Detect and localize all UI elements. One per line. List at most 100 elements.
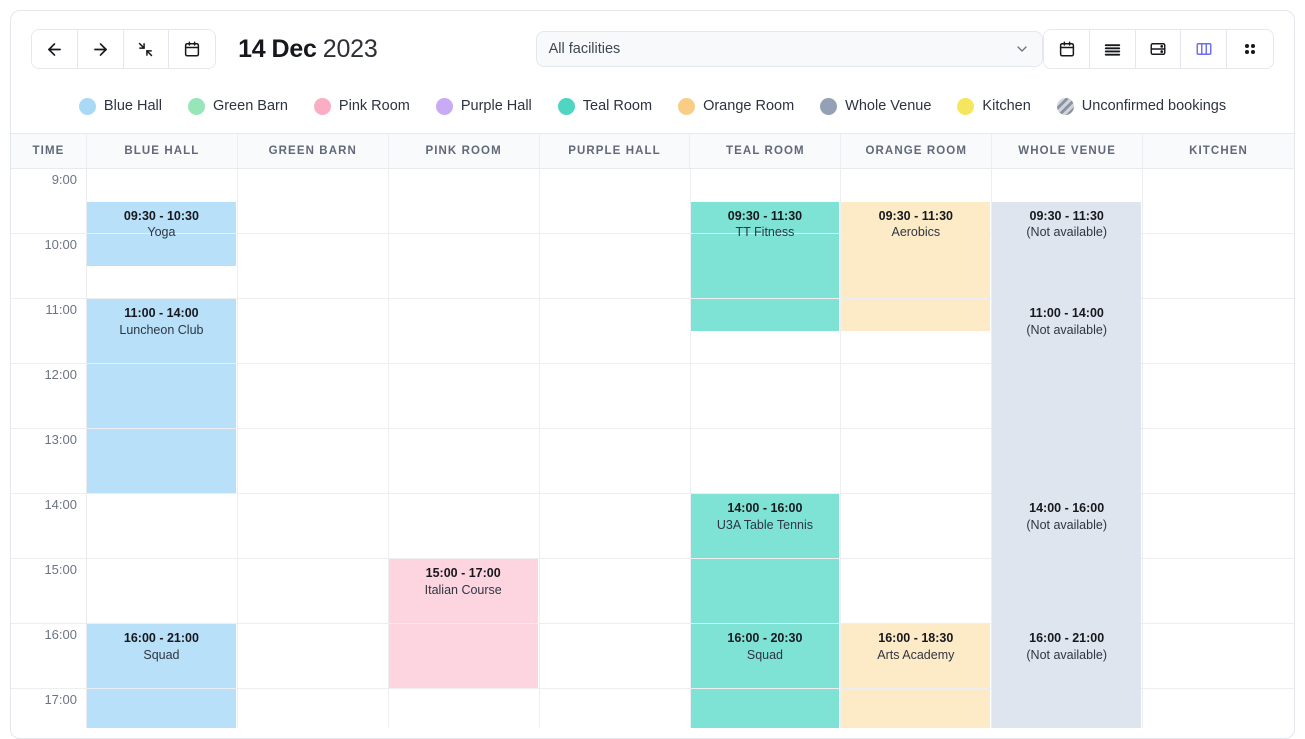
- empty-slot[interactable]: [1143, 429, 1294, 494]
- legend-item[interactable]: Blue Hall: [78, 97, 162, 115]
- empty-slot[interactable]: [389, 689, 539, 728]
- time-label: 13:00: [44, 432, 77, 447]
- empty-slot[interactable]: [1143, 624, 1294, 689]
- time-row: 9:00: [11, 169, 86, 234]
- legend-item[interactable]: Teal Room: [557, 97, 652, 115]
- empty-slot[interactable]: [841, 364, 992, 429]
- room-column-orange: 09:30 - 11:30 Aerobics 16:00 - 18:30 Arts A…: [841, 169, 993, 728]
- empty-slot[interactable]: [539, 299, 690, 364]
- legend: Blue Hall Green Barn Pink Room Purple Hall T…: [11, 87, 1294, 133]
- date-month: Dec: [271, 34, 317, 63]
- empty-slot[interactable]: [237, 234, 388, 299]
- empty-slot[interactable]: [237, 494, 388, 559]
- view-list-button[interactable]: [1089, 30, 1136, 68]
- legend-item[interactable]: Pink Room: [313, 97, 410, 115]
- time-row: 12:00: [11, 364, 86, 429]
- legend-item-label: Blue Hall: [103, 98, 162, 114]
- empty-slot[interactable]: [690, 364, 841, 429]
- booking-event[interactable]: 15:00 - 17:00 Italian Course: [388, 559, 538, 689]
- prev-button[interactable]: [32, 30, 78, 68]
- empty-slot[interactable]: [237, 169, 388, 234]
- empty-slot[interactable]: [539, 429, 690, 494]
- room-column-venue: 09:30 - 11:30 (Not available) 11:00 - 14:0…: [992, 169, 1144, 728]
- legend-item[interactable]: Orange Room: [678, 97, 794, 115]
- view-columns-button[interactable]: [1181, 30, 1228, 68]
- booking-event[interactable]: 16:00 - 21:00 (Not available): [992, 624, 1142, 728]
- empty-slot[interactable]: [539, 559, 690, 624]
- empty-slot[interactable]: [841, 494, 992, 559]
- booking-event[interactable]: 16:00 - 21:00 Squad: [87, 624, 236, 728]
- empty-slot[interactable]: [87, 559, 237, 624]
- empty-slot[interactable]: [539, 494, 690, 559]
- time-row: 16:00: [11, 624, 86, 689]
- empty-slot[interactable]: [841, 429, 992, 494]
- empty-slot[interactable]: [540, 689, 690, 728]
- today-button[interactable]: [169, 30, 216, 68]
- empty-slot[interactable]: [539, 624, 690, 689]
- time-row: 17:00: [11, 689, 86, 728]
- time-label: 10:00: [44, 237, 77, 252]
- view-agenda-button[interactable]: [1135, 30, 1182, 68]
- column-header-kitchen: KITCHEN: [1189, 145, 1248, 157]
- empty-slot[interactable]: [1143, 299, 1294, 364]
- time-row: 13:00: [11, 429, 86, 494]
- empty-slot[interactable]: [1143, 559, 1294, 624]
- legend-color-dot: [313, 97, 331, 115]
- empty-slot[interactable]: [388, 494, 539, 559]
- empty-slot[interactable]: [87, 494, 237, 559]
- booking-event[interactable]: 11:00 - 14:00 Luncheon Club: [87, 299, 236, 494]
- next-button[interactable]: [77, 30, 124, 68]
- column-header-venue: WHOLE VENUE: [992, 134, 1144, 168]
- empty-slot[interactable]: [1143, 234, 1294, 299]
- booking-event[interactable]: 16:00 - 20:30 Squad: [690, 624, 840, 728]
- event-fill: [87, 624, 236, 688]
- empty-slot[interactable]: [388, 429, 539, 494]
- empty-slot[interactable]: [539, 234, 690, 299]
- time-label: 16:00: [44, 627, 77, 642]
- empty-slot[interactable]: [237, 299, 388, 364]
- empty-slot[interactable]: [388, 299, 539, 364]
- event-fill: [690, 559, 840, 623]
- booking-event[interactable]: 11:00 - 14:00 (Not available): [992, 299, 1142, 494]
- empty-slot[interactable]: [539, 169, 690, 234]
- empty-slot[interactable]: [1143, 169, 1294, 234]
- booking-event[interactable]: 14:00 - 16:00 U3A Table Tennis: [690, 494, 840, 624]
- calendar-card: 14 Dec 2023 All facilities Blue Hall Gre…: [10, 10, 1295, 739]
- time-label: 12:00: [44, 367, 77, 382]
- time-gutter: 9:00 10:00 11:00 12:00 13:00 14:00 15:00 16:00 1…: [11, 169, 87, 728]
- view-grid-button[interactable]: [1227, 30, 1273, 68]
- empty-slot[interactable]: [238, 689, 388, 728]
- legend-item[interactable]: Green Barn: [187, 97, 288, 115]
- empty-slot[interactable]: [1143, 689, 1294, 728]
- empty-slot[interactable]: [690, 429, 841, 494]
- booking-event[interactable]: 09:30 - 11:30 Aerobics: [841, 201, 991, 332]
- legend-item[interactable]: Unconfirmed bookings: [1056, 97, 1226, 115]
- legend-item[interactable]: Purple Hall: [435, 97, 532, 115]
- empty-slot[interactable]: [388, 234, 539, 299]
- event-fill: [841, 624, 991, 688]
- empty-slot[interactable]: [237, 429, 388, 494]
- collapse-button[interactable]: [123, 30, 170, 68]
- date-day: 14: [238, 34, 266, 63]
- facility-filter-select[interactable]: All facilities: [535, 31, 1044, 67]
- view-calendar-button[interactable]: [1044, 30, 1090, 68]
- booking-event[interactable]: 16:00 - 18:30 Arts Academy: [841, 624, 991, 728]
- empty-slot[interactable]: [237, 559, 388, 624]
- booking-event[interactable]: 09:30 - 11:30 TT Fitness: [690, 201, 840, 332]
- empty-slot[interactable]: [237, 364, 388, 429]
- empty-slot[interactable]: [1143, 494, 1294, 559]
- empty-slot[interactable]: [388, 169, 539, 234]
- booking-event[interactable]: 09:30 - 10:30 Yoga: [87, 201, 236, 267]
- booking-event[interactable]: 14:00 - 16:00 (Not available): [992, 494, 1142, 624]
- legend-item[interactable]: Kitchen: [957, 97, 1031, 115]
- empty-slot[interactable]: [388, 364, 539, 429]
- empty-slot[interactable]: [841, 559, 992, 624]
- empty-slot[interactable]: [237, 624, 388, 689]
- legend-item[interactable]: Whole Venue: [820, 97, 931, 115]
- room-column-kitchen: [1143, 169, 1294, 728]
- empty-slot[interactable]: [539, 364, 690, 429]
- events-layer: 09:30 - 11:30 (Not available) 11:00 - 14:0…: [992, 169, 1142, 728]
- empty-slot[interactable]: [1143, 364, 1294, 429]
- column-header-time: TIME: [11, 134, 87, 168]
- toolbar: 14 Dec 2023 All facilities: [11, 11, 1294, 87]
